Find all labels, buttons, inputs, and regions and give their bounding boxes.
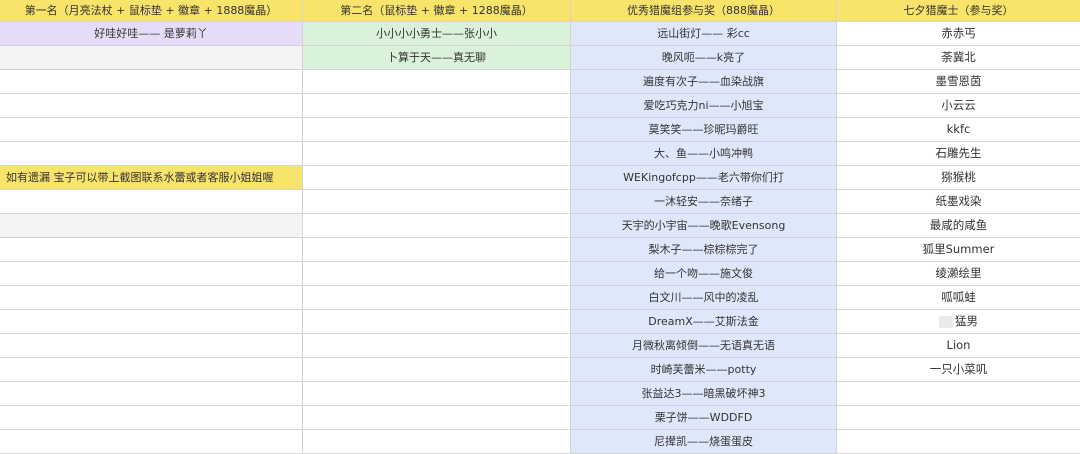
cell-participation-group[interactable]: 栗子饼——WDDFD xyxy=(571,406,837,430)
header-cell-qixi-hunter[interactable]: 七夕猎魔士（参与奖） xyxy=(837,0,1080,22)
spreadsheet: 第一名（月亮法杖 + 鼠标垫 + 徽章 + 1888魔晶） 第二名（鼠标垫 + … xyxy=(0,0,1080,454)
cell-second-place[interactable] xyxy=(303,70,571,94)
cell-participation-group[interactable]: 一沐轻安——奈绪子 xyxy=(571,190,837,214)
table-row: 月微秋离倾倒——无语真无语 Lion xyxy=(0,334,1080,358)
cell-first-place[interactable] xyxy=(0,214,303,238)
cell-participation-group[interactable]: WEKingofcpp——老六带你们打 xyxy=(571,166,837,190)
cell-first-place[interactable] xyxy=(0,430,303,454)
cell-first-place[interactable] xyxy=(0,334,303,358)
table-row: 梨木子——棕棕棕完了 狐里Summer xyxy=(0,238,1080,262)
cell-second-place[interactable] xyxy=(303,286,571,310)
cell-second-place[interactable]: 小小小小勇士——张小小 xyxy=(303,22,571,46)
cell-qixi-hunter[interactable]: 猛男 xyxy=(837,310,1080,334)
cell-qixi-hunter[interactable]: 呱呱蛙 xyxy=(837,286,1080,310)
cell-participation-group[interactable]: 梨木子——棕棕棕完了 xyxy=(571,238,837,262)
header-row: 第一名（月亮法杖 + 鼠标垫 + 徽章 + 1888魔晶） 第二名（鼠标垫 + … xyxy=(0,0,1080,22)
cell-participation-group[interactable]: 莫笑笑——珍昵玛爵旺 xyxy=(571,118,837,142)
cell-participation-group[interactable]: DreamX——艾斯法金 xyxy=(571,310,837,334)
cell-participation-group[interactable]: 张益达3——暗黑破坏神3 xyxy=(571,382,837,406)
blurred-avatar-icon xyxy=(939,315,953,328)
cell-qixi-hunter[interactable]: 最咸的咸鱼 xyxy=(837,214,1080,238)
cell-qixi-hunter[interactable]: Lion xyxy=(837,334,1080,358)
cell-qixi-hunter[interactable]: 墨雪恩茵 xyxy=(837,70,1080,94)
header-cell-second-place[interactable]: 第二名（鼠标垫 + 徽章 + 1288魔晶） xyxy=(303,0,571,22)
cell-second-place[interactable] xyxy=(303,214,571,238)
cell-second-place[interactable] xyxy=(303,142,571,166)
table-row: 一沐轻安——奈绪子 纸墨戏染 xyxy=(0,190,1080,214)
table-row: 莫笑笑——珍昵玛爵旺 kkfc xyxy=(0,118,1080,142)
cell-note[interactable]: 如有遗漏 宝子可以带上截图联系水蕾或者客服小姐姐喔 xyxy=(0,166,303,190)
cell-qixi-hunter[interactable] xyxy=(837,430,1080,454)
cell-first-place[interactable] xyxy=(0,262,303,286)
cell-qixi-hunter[interactable]: 猕猴桃 xyxy=(837,166,1080,190)
header-cell-participation-group[interactable]: 优秀猎魔组参与奖（888魔晶） xyxy=(571,0,837,22)
table-row: 大、鱼——小鸣冲鸭 石雕先生 xyxy=(0,142,1080,166)
cell-participation-group[interactable]: 遍度有次子——血染战旗 xyxy=(571,70,837,94)
cell-first-place[interactable] xyxy=(0,238,303,262)
cell-participation-group[interactable]: 远山街灯—— 彩cc xyxy=(571,22,837,46)
cell-qixi-hunter[interactable]: 绫濑绘里 xyxy=(837,262,1080,286)
cell-participation-group[interactable]: 尼撵凯——烧蛋蛋皮 xyxy=(571,430,837,454)
cell-second-place[interactable] xyxy=(303,406,571,430)
table-row: 栗子饼——WDDFD xyxy=(0,406,1080,430)
cell-first-place[interactable] xyxy=(0,190,303,214)
cell-second-place[interactable] xyxy=(303,358,571,382)
table-row: 卜算于天——真无聊 晚风呃——k亮了 荼冀北 xyxy=(0,46,1080,70)
table-row: 尼撵凯——烧蛋蛋皮 xyxy=(0,430,1080,454)
cell-participation-group[interactable]: 天宇的小宇宙——晚歌Evensong xyxy=(571,214,837,238)
cell-second-place[interactable] xyxy=(303,334,571,358)
cell-second-place[interactable] xyxy=(303,262,571,286)
cell-participation-group[interactable]: 月微秋离倾倒——无语真无语 xyxy=(571,334,837,358)
cell-participation-group[interactable]: 大、鱼——小鸣冲鸭 xyxy=(571,142,837,166)
table-row: 遍度有次子——血染战旗 墨雪恩茵 xyxy=(0,70,1080,94)
cell-participation-group[interactable]: 晚风呃——k亮了 xyxy=(571,46,837,70)
header-cell-first-place[interactable]: 第一名（月亮法杖 + 鼠标垫 + 徽章 + 1888魔晶） xyxy=(0,0,303,22)
cell-qixi-hunter[interactable]: 纸墨戏染 xyxy=(837,190,1080,214)
cell-qixi-hunter[interactable]: 小云云 xyxy=(837,94,1080,118)
table-row: 时崎芙蕾米——potty 一只小菜叽 xyxy=(0,358,1080,382)
cell-participation-group[interactable]: 给一个吻——施文俊 xyxy=(571,262,837,286)
cell-second-place[interactable] xyxy=(303,238,571,262)
cell-first-place[interactable] xyxy=(0,310,303,334)
cell-first-place[interactable] xyxy=(0,382,303,406)
cell-second-place[interactable] xyxy=(303,166,571,190)
cell-first-place[interactable] xyxy=(0,406,303,430)
cell-second-place[interactable] xyxy=(303,310,571,334)
table-row: 天宇的小宇宙——晚歌Evensong 最咸的咸鱼 xyxy=(0,214,1080,238)
cell-qixi-hunter[interactable]: kkfc xyxy=(837,118,1080,142)
cell-second-place[interactable] xyxy=(303,382,571,406)
cell-second-place[interactable] xyxy=(303,190,571,214)
cell-qixi-hunter[interactable]: 狐里Summer xyxy=(837,238,1080,262)
cell-first-place[interactable]: 好哇好哇—— 是萝莉丫 xyxy=(0,22,303,46)
cell-participation-group[interactable]: 白文川——风中的凌乱 xyxy=(571,286,837,310)
cell-first-place[interactable] xyxy=(0,286,303,310)
cell-qixi-hunter[interactable]: 赤赤丐 xyxy=(837,22,1080,46)
cell-qixi-hunter[interactable]: 荼冀北 xyxy=(837,46,1080,70)
cell-first-place[interactable] xyxy=(0,70,303,94)
table-row: 爱吃巧克力ni——小旭宝 小云云 xyxy=(0,94,1080,118)
cell-qixi-hunter[interactable] xyxy=(837,382,1080,406)
cell-participation-group[interactable]: 爱吃巧克力ni——小旭宝 xyxy=(571,94,837,118)
cell-second-place[interactable] xyxy=(303,94,571,118)
table-row: 张益达3——暗黑破坏神3 xyxy=(0,382,1080,406)
cell-second-place[interactable] xyxy=(303,430,571,454)
table-row: 给一个吻——施文俊 绫濑绘里 xyxy=(0,262,1080,286)
cell-qixi-hunter[interactable]: 石雕先生 xyxy=(837,142,1080,166)
cell-second-place[interactable] xyxy=(303,118,571,142)
table-row: 白文川——风中的凌乱 呱呱蛙 xyxy=(0,286,1080,310)
table-row: 如有遗漏 宝子可以带上截图联系水蕾或者客服小姐姐喔 WEKingofcpp——老六… xyxy=(0,166,1080,190)
cell-participation-group[interactable]: 时崎芙蕾米——potty xyxy=(571,358,837,382)
cell-qixi-hunter[interactable]: 一只小菜叽 xyxy=(837,358,1080,382)
cell-qixi-hunter[interactable] xyxy=(837,406,1080,430)
cell-second-place[interactable]: 卜算于天——真无聊 xyxy=(303,46,571,70)
cell-first-place[interactable] xyxy=(0,46,303,70)
cell-first-place[interactable] xyxy=(0,358,303,382)
cell-first-place[interactable] xyxy=(0,142,303,166)
table-row: DreamX——艾斯法金 猛男 xyxy=(0,310,1080,334)
table-row: 好哇好哇—— 是萝莉丫 小小小小勇士——张小小 远山街灯—— 彩cc 赤赤丐 xyxy=(0,22,1080,46)
cell-first-place[interactable] xyxy=(0,94,303,118)
cell-first-place[interactable] xyxy=(0,118,303,142)
cell-text: 猛男 xyxy=(955,313,978,328)
